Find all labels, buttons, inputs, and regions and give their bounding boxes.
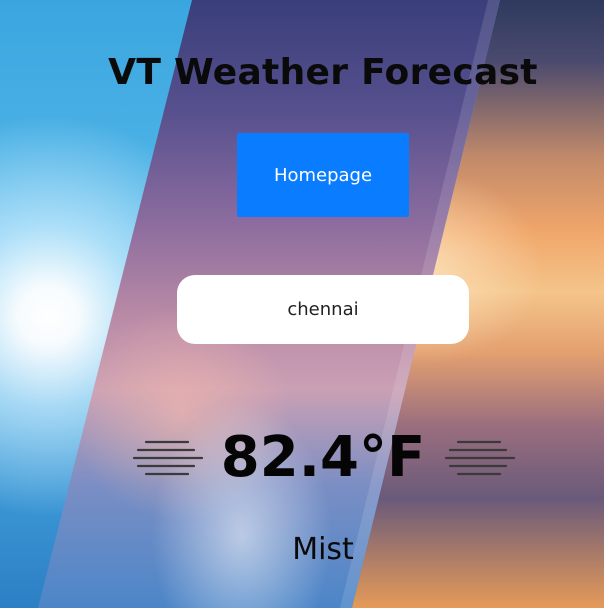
mist-icon [444, 440, 516, 476]
temperature-value: 82.4°F [220, 425, 426, 490]
mist-icon [132, 440, 204, 476]
homepage-button[interactable]: Homepage [237, 133, 409, 217]
page-title: VT Weather Forecast [108, 52, 538, 93]
weather-description: Mist [292, 532, 354, 567]
city-search-input[interactable] [177, 275, 469, 344]
temperature-row: 82.4°F [0, 418, 604, 498]
